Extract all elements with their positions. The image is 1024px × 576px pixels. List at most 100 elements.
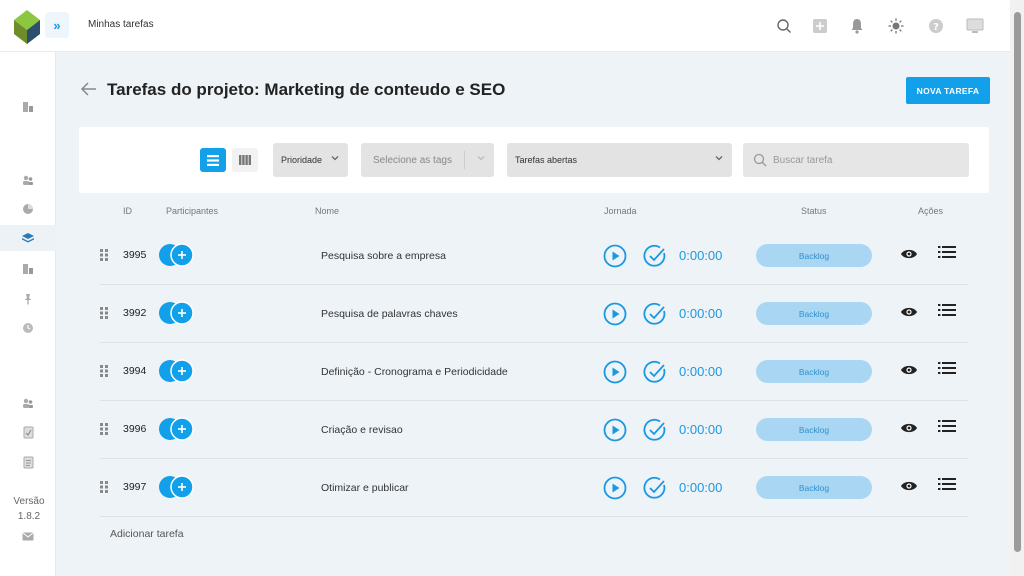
eye-icon[interactable] <box>900 363 918 377</box>
status-filter-value: Tarefas abertas <box>515 155 578 165</box>
document-icon[interactable] <box>0 449 56 475</box>
elapsed-time: 0:00:00 <box>679 306 723 321</box>
table-row[interactable]: 3995 Pesquisa sobre a empresa 0:00:00 Ba… <box>100 227 968 285</box>
elapsed-time: 0:00:00 <box>679 364 723 379</box>
add-participant-button[interactable] <box>158 359 196 383</box>
users-icon[interactable] <box>0 167 56 193</box>
search-icon[interactable] <box>774 16 794 36</box>
check-badge-icon[interactable] <box>643 244 667 268</box>
scrollbar-thumb[interactable] <box>1014 12 1021 552</box>
column-header-actions: Ações <box>918 206 944 216</box>
chevron-down-icon <box>331 156 339 161</box>
play-icon[interactable] <box>603 418 627 442</box>
search-box <box>743 143 969 177</box>
version-number: 1.8.2 <box>17 511 41 522</box>
mail-icon[interactable] <box>0 523 56 549</box>
drag-handle-icon[interactable] <box>100 249 108 261</box>
tags-placeholder: Selecione as tags <box>373 154 452 166</box>
board-view-button[interactable] <box>232 148 258 172</box>
elapsed-time: 0:00:00 <box>679 480 723 495</box>
status-filter-select[interactable]: Tarefas abertas <box>507 143 732 177</box>
table-row[interactable]: 3997 Otimizar e publicar 0:00:00 Backlog <box>100 459 968 517</box>
chevron-down-icon <box>715 156 723 161</box>
table-row[interactable]: 3996 Criação e revisao 0:00:00 Backlog <box>100 401 968 459</box>
task-id: 3994 <box>123 365 147 377</box>
board-view-icon <box>239 155 251 165</box>
play-icon[interactable] <box>603 360 627 384</box>
clock-icon[interactable] <box>0 315 56 341</box>
task-list-icon[interactable] <box>938 477 956 491</box>
bell-icon[interactable] <box>847 16 867 36</box>
check-badge-icon[interactable] <box>643 360 667 384</box>
version-label: Versão <box>13 496 45 507</box>
chart-pie-icon[interactable] <box>0 196 56 222</box>
play-icon[interactable] <box>603 244 627 268</box>
add-participant-button[interactable] <box>158 301 196 325</box>
help-icon[interactable]: ? <box>926 16 946 36</box>
checklist-icon[interactable] <box>0 419 56 445</box>
search-input[interactable] <box>773 143 963 177</box>
priority-label: Prioridade <box>281 155 323 165</box>
check-badge-icon[interactable] <box>643 418 667 442</box>
sun-icon[interactable] <box>886 16 906 36</box>
priority-select[interactable]: Prioridade <box>273 143 348 177</box>
eye-icon[interactable] <box>900 305 918 319</box>
play-icon[interactable] <box>603 476 627 500</box>
add-participant-button[interactable] <box>158 417 196 441</box>
task-id: 3992 <box>123 307 147 319</box>
task-name[interactable]: Criação e revisao <box>321 424 403 436</box>
task-list-icon[interactable] <box>938 419 956 433</box>
eye-icon[interactable] <box>900 421 918 435</box>
double-chevron-right-icon: » <box>53 17 61 33</box>
chevron-down-icon <box>477 156 485 161</box>
top-bar: » Minhas tarefas ? <box>0 0 1010 52</box>
table-row[interactable]: 3994 Definição - Cronograma e Periodicid… <box>100 343 968 401</box>
drag-handle-icon[interactable] <box>100 307 108 319</box>
column-header-participants: Participantes <box>166 206 219 216</box>
plus-icon[interactable] <box>810 16 830 36</box>
pin-icon[interactable] <box>0 286 56 312</box>
tags-select[interactable]: Selecione as tags <box>361 143 494 177</box>
task-list-icon[interactable] <box>938 361 956 375</box>
page-title: Tarefas do projeto: Marketing de conteud… <box>107 80 506 99</box>
users-alt-icon[interactable] <box>0 390 56 416</box>
expand-sidebar-button[interactable]: » <box>45 12 69 38</box>
task-name[interactable]: Otimizar e publicar <box>321 482 409 494</box>
column-header-id: ID <box>123 206 132 216</box>
list-view-button[interactable] <box>200 148 226 172</box>
drag-handle-icon[interactable] <box>100 423 108 435</box>
task-name[interactable]: Definição - Cronograma e Periodicidade <box>321 366 508 378</box>
projects-icon[interactable] <box>0 94 56 120</box>
sidebar: Versão 1.8.2 <box>0 52 56 576</box>
task-name[interactable]: Pesquisa sobre a empresa <box>321 250 446 262</box>
back-arrow-icon[interactable] <box>80 81 98 102</box>
eye-icon[interactable] <box>900 247 918 261</box>
task-id: 3995 <box>123 249 147 261</box>
eye-icon[interactable] <box>900 479 918 493</box>
status-badge[interactable]: Backlog <box>756 476 872 499</box>
column-header-name: Nome <box>315 206 340 216</box>
status-badge[interactable]: Backlog <box>756 244 872 267</box>
task-name[interactable]: Pesquisa de palavras chaves <box>321 308 458 320</box>
building-icon[interactable] <box>0 256 56 282</box>
table-row[interactable]: 3992 Pesquisa de palavras chaves 0:00:00… <box>100 285 968 343</box>
play-icon[interactable] <box>603 302 627 326</box>
check-badge-icon[interactable] <box>643 476 667 500</box>
add-participant-button[interactable] <box>158 243 196 267</box>
task-list-icon[interactable] <box>938 303 956 317</box>
breadcrumb[interactable]: Minhas tarefas <box>88 19 154 30</box>
add-task-link[interactable]: Adicionar tarefa <box>110 528 184 540</box>
status-badge[interactable]: Backlog <box>756 360 872 383</box>
status-badge[interactable]: Backlog <box>756 302 872 325</box>
new-task-button[interactable]: NOVA TAREFA <box>906 77 990 104</box>
check-badge-icon[interactable] <box>643 302 667 326</box>
drag-handle-icon[interactable] <box>100 481 108 493</box>
screen-icon[interactable] <box>965 16 985 36</box>
svg-text:?: ? <box>933 22 939 33</box>
add-participant-button[interactable] <box>158 475 196 499</box>
layers-icon[interactable] <box>0 225 56 251</box>
task-list-icon[interactable] <box>938 245 956 259</box>
status-badge[interactable]: Backlog <box>756 418 872 441</box>
elapsed-time: 0:00:00 <box>679 248 723 263</box>
drag-handle-icon[interactable] <box>100 365 108 377</box>
